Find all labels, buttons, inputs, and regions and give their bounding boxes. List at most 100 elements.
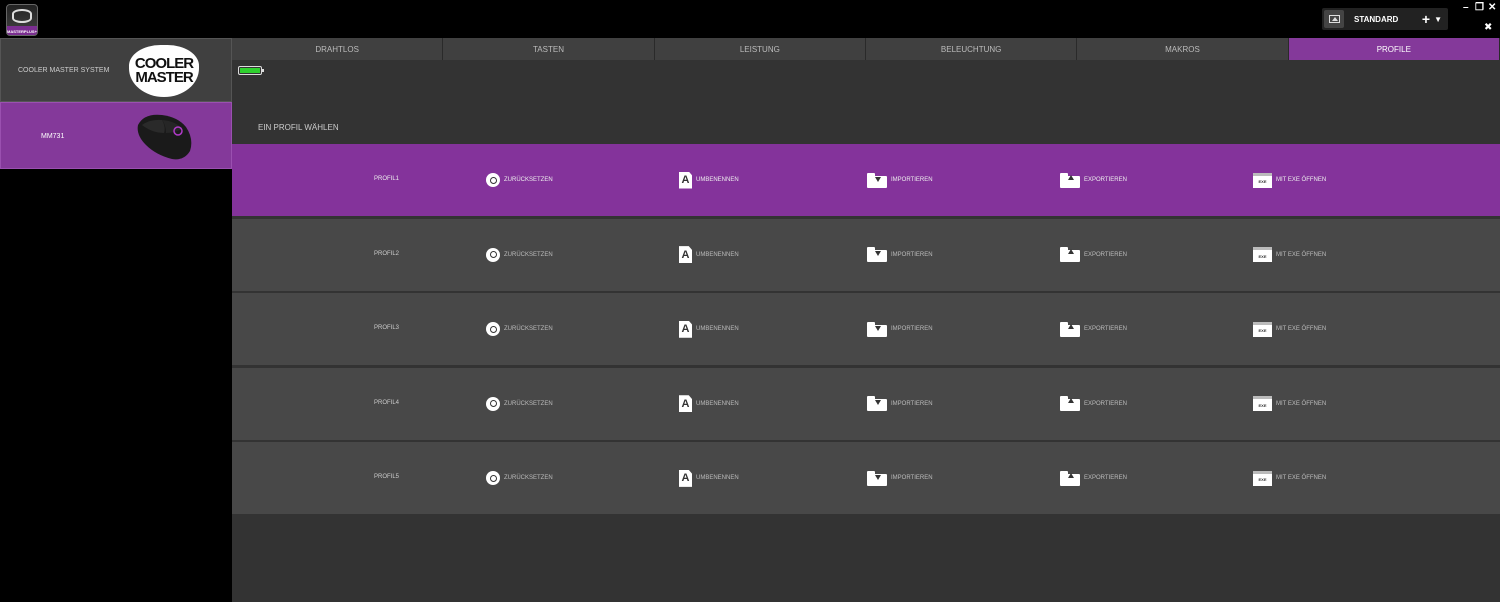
rename-label: UMBENENNEN	[696, 326, 739, 333]
import-button[interactable]: IMPORTIEREN	[867, 320, 933, 338]
profile-name: PROFIL3	[374, 325, 400, 332]
rename-button[interactable]: A UMBENENNEN	[679, 320, 739, 338]
reset-button[interactable]: ZURÜCKSETZEN	[486, 246, 553, 264]
profile-row-2[interactable]: PROFIL2 ZURÜCKSETZEN A UMBENENNEN IMPORT…	[232, 218, 1500, 291]
profile-name: PROFIL2	[374, 250, 400, 257]
exe-icon: EXE	[1253, 470, 1272, 486]
export-button[interactable]: EXPORTIEREN	[1060, 395, 1127, 413]
device-item-mm731[interactable]: MM731	[0, 102, 232, 169]
reset-button[interactable]: ZURÜCKSETZEN	[486, 171, 553, 189]
import-label: IMPORTIEREN	[891, 326, 933, 333]
profile-row-5[interactable]: PROFIL5 ZURÜCKSETZEN A UMBENENNEN IMPORT…	[232, 442, 1500, 515]
tab-leistung[interactable]: LEISTUNG	[655, 38, 866, 60]
device-label: MM731	[41, 133, 65, 140]
profile-row-1[interactable]: PROFIL1 ZURÜCKSETZEN A UMBENENNEN IMPORT…	[232, 144, 1500, 216]
minimize-button[interactable]: –	[1463, 3, 1469, 13]
reset-label: ZURÜCKSETZEN	[504, 326, 553, 333]
tab-bar: DRAHTLOS TASTEN LEISTUNG BELEUCHTUNG MAK…	[232, 38, 1500, 60]
import-label: IMPORTIEREN	[891, 251, 933, 258]
import-button[interactable]: IMPORTIEREN	[867, 469, 933, 487]
export-button[interactable]: EXPORTIEREN	[1060, 171, 1127, 189]
import-label: IMPORTIEREN	[891, 177, 933, 183]
export-label: EXPORTIEREN	[1084, 400, 1127, 407]
tab-tasten[interactable]: TASTEN	[443, 38, 655, 60]
open-exe-label: MIT EXE ÖFFNEN	[1276, 475, 1327, 482]
rename-icon: A	[679, 171, 692, 189]
open-exe-button[interactable]: EXE MIT EXE ÖFFNEN	[1253, 171, 1326, 189]
rename-icon: A	[679, 320, 692, 338]
rename-label: UMBENENNEN	[696, 177, 739, 183]
rename-label: UMBENENNEN	[696, 475, 739, 482]
device-sidebar: COOLER MASTER SYSTEM COOLER MASTER MM731	[0, 38, 232, 602]
reset-button[interactable]: ZURÜCKSETZEN	[486, 469, 553, 487]
open-exe-label: MIT EXE ÖFFNEN	[1276, 251, 1327, 258]
open-exe-button[interactable]: EXE MIT EXE ÖFFNEN	[1253, 469, 1326, 487]
folder-export-icon	[1060, 172, 1080, 188]
profile-list: PROFIL1 ZURÜCKSETZEN A UMBENENNEN IMPORT…	[232, 144, 1500, 517]
chevron-down-icon[interactable]: ▼	[1434, 15, 1442, 24]
import-label: IMPORTIEREN	[891, 400, 933, 407]
reset-icon	[486, 396, 500, 411]
folder-import-icon	[867, 470, 887, 486]
reset-icon	[486, 173, 500, 187]
reset-icon	[486, 322, 500, 337]
export-button[interactable]: EXPORTIEREN	[1060, 320, 1127, 338]
profile-name: PROFIL1	[374, 176, 400, 182]
profile-row-4[interactable]: PROFIL4 ZURÜCKSETZEN A UMBENENNEN IMPORT…	[232, 367, 1500, 440]
close-button[interactable]: ✕	[1488, 3, 1496, 13]
open-exe-button[interactable]: EXE MIT EXE ÖFFNEN	[1253, 395, 1326, 413]
folder-import-icon	[867, 321, 887, 337]
export-label: EXPORTIEREN	[1084, 251, 1127, 258]
export-button[interactable]: EXPORTIEREN	[1060, 246, 1127, 264]
rename-button[interactable]: A UMBENENNEN	[679, 171, 739, 189]
open-exe-button[interactable]: EXE MIT EXE ÖFFNEN	[1253, 246, 1326, 264]
import-button[interactable]: IMPORTIEREN	[867, 171, 933, 189]
masterplus-logo-icon[interactable]: MASTERPLUS+	[6, 4, 38, 36]
exe-icon: EXE	[1253, 172, 1272, 188]
exe-icon: EXE	[1253, 321, 1272, 337]
rename-button[interactable]: A UMBENENNEN	[679, 246, 739, 264]
open-exe-button[interactable]: EXE MIT EXE ÖFFNEN	[1253, 320, 1326, 338]
tools-icon[interactable]: ✖	[1484, 22, 1492, 33]
cooler-master-logo: COOLER MASTER	[129, 45, 199, 97]
rename-icon: A	[679, 395, 692, 413]
rename-icon: A	[679, 469, 692, 487]
profile-name: PROFIL4	[374, 399, 400, 406]
reset-button[interactable]: ZURÜCKSETZEN	[486, 320, 553, 338]
mouse-image	[137, 114, 192, 160]
device-label: COOLER MASTER SYSTEM	[18, 67, 110, 74]
rename-button[interactable]: A UMBENENNEN	[679, 469, 739, 487]
tab-profile[interactable]: PROFILE	[1288, 38, 1500, 60]
import-label: IMPORTIEREN	[891, 475, 933, 482]
export-label: EXPORTIEREN	[1084, 475, 1127, 482]
import-button[interactable]: IMPORTIEREN	[867, 246, 933, 264]
folder-export-icon	[1060, 470, 1080, 486]
reset-label: ZURÜCKSETZEN	[504, 177, 553, 183]
rename-button[interactable]: A UMBENENNEN	[679, 395, 739, 413]
folder-export-icon	[1060, 396, 1080, 412]
restore-button[interactable]: ❐	[1475, 3, 1484, 13]
battery-level	[240, 68, 260, 73]
rename-icon: A	[679, 246, 692, 264]
rename-label: UMBENENNEN	[696, 400, 739, 407]
tab-drahtlos[interactable]: DRAHTLOS	[232, 38, 444, 60]
tab-makros[interactable]: MAKROS	[1077, 38, 1289, 60]
device-item-cooler-master-system[interactable]: COOLER MASTER SYSTEM COOLER MASTER	[0, 38, 232, 102]
add-preset-icon[interactable]: +	[1422, 12, 1430, 26]
folder-export-icon	[1060, 247, 1080, 263]
title-bar: MASTERPLUS+ STANDARD + ▼ – ❐ ✕ ✖	[0, 0, 1500, 38]
battery-icon	[238, 66, 264, 75]
reset-label: ZURÜCKSETZEN	[504, 475, 553, 482]
import-button[interactable]: IMPORTIEREN	[867, 395, 933, 413]
exe-icon: EXE	[1253, 247, 1272, 263]
reset-icon	[486, 247, 500, 262]
profile-row-3[interactable]: PROFIL3 ZURÜCKSETZEN A UMBENENNEN IMPORT…	[232, 293, 1500, 366]
export-button[interactable]: EXPORTIEREN	[1060, 469, 1127, 487]
reset-icon	[486, 471, 500, 486]
folder-import-icon	[867, 396, 887, 412]
export-label: EXPORTIEREN	[1084, 177, 1127, 183]
export-label: EXPORTIEREN	[1084, 326, 1127, 333]
profile-preset-select[interactable]: STANDARD + ▼	[1322, 8, 1448, 30]
tab-beleuchtung[interactable]: BELEUCHTUNG	[866, 38, 1078, 60]
reset-button[interactable]: ZURÜCKSETZEN	[486, 395, 553, 413]
